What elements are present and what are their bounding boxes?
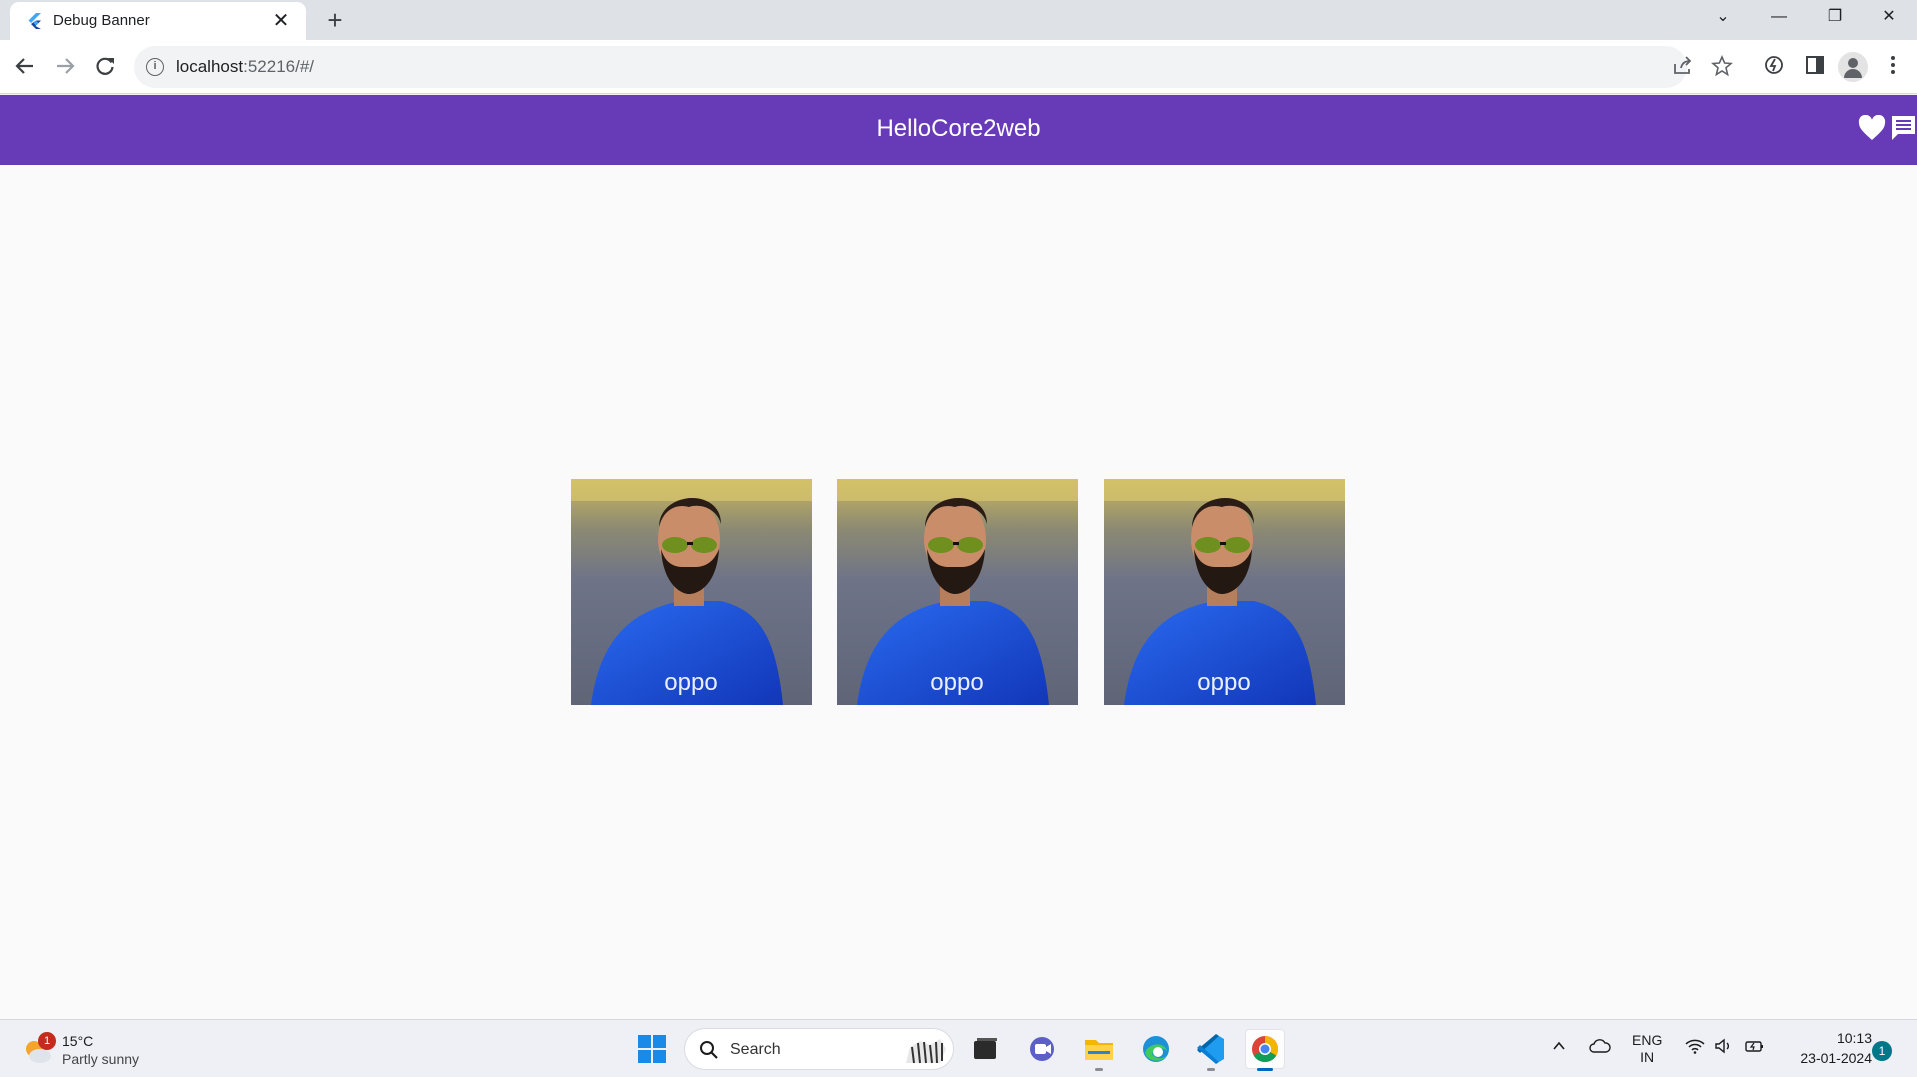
- browser-toolbar: i localhost:52216/#/: [0, 40, 1917, 94]
- tab-search-dropdown-icon[interactable]: ⌄: [1695, 0, 1751, 34]
- app-body: oppo oppo oppo: [0, 165, 1917, 1019]
- onedrive-cloud-icon[interactable]: [1589, 1038, 1611, 1057]
- forward-arrow-icon[interactable]: [49, 50, 81, 82]
- new-tab-button[interactable]: +: [320, 5, 350, 35]
- tab-close-icon[interactable]: ✕: [268, 8, 294, 34]
- search-highlight-zebra-icon: [906, 1039, 946, 1064]
- browser-tab[interactable]: Debug Banner ✕: [10, 2, 306, 40]
- weather-widget[interactable]: 1 15°C Partly sunny: [20, 1030, 150, 1070]
- heart-icon[interactable]: [1858, 115, 1886, 141]
- region-code: IN: [1640, 1049, 1655, 1065]
- side-panel-icon[interactable]: [1801, 53, 1829, 81]
- app-bar: HelloCore2web: [0, 95, 1917, 165]
- chrome-app[interactable]: [1245, 1029, 1285, 1071]
- battery-charging-icon[interactable]: [1744, 1038, 1766, 1057]
- flutter-favicon-icon: [28, 13, 41, 29]
- close-window-button[interactable]: ✕: [1861, 0, 1917, 34]
- profile-avatar[interactable]: [1838, 52, 1868, 82]
- url-text[interactable]: localhost:52216/#/: [176, 57, 314, 77]
- minimize-button[interactable]: —: [1751, 0, 1807, 34]
- running-indicator: [1207, 1068, 1215, 1071]
- notification-badge[interactable]: 1: [1872, 1041, 1892, 1061]
- volume-icon[interactable]: [1714, 1038, 1734, 1057]
- restore-button[interactable]: ❐: [1807, 0, 1863, 34]
- language-code: ENG: [1632, 1032, 1663, 1048]
- file-explorer-app[interactable]: [1079, 1029, 1119, 1071]
- back-arrow-icon[interactable]: [9, 50, 41, 82]
- app-title: HelloCore2web: [876, 115, 1041, 142]
- more-menu-icon[interactable]: [1879, 53, 1907, 81]
- language-indicator[interactable]: ENG IN: [1632, 1032, 1662, 1066]
- search-label: Search: [730, 1041, 781, 1058]
- weather-condition: Partly sunny: [62, 1051, 140, 1067]
- site-info-icon[interactable]: i: [146, 58, 164, 76]
- running-indicator: [1095, 1068, 1103, 1071]
- active-indicator: [1257, 1068, 1273, 1071]
- task-view-app[interactable]: [965, 1029, 1005, 1069]
- portrait-image: oppo: [1104, 479, 1345, 705]
- windows-start-icon[interactable]: [637, 1034, 667, 1064]
- image-row: oppo oppo oppo: [571, 479, 1345, 705]
- svg-text:oppo: oppo: [664, 669, 717, 696]
- extension-icon[interactable]: [1760, 53, 1788, 81]
- comment-icon[interactable]: [1890, 114, 1917, 142]
- address-bar[interactable]: i localhost:52216/#/: [134, 46, 1733, 88]
- bookmark-star-icon[interactable]: [1709, 54, 1735, 81]
- edge-browser-app[interactable]: [1136, 1029, 1176, 1069]
- vscode-app[interactable]: [1191, 1029, 1231, 1071]
- weather-badge: 1: [38, 1032, 56, 1050]
- wifi-icon[interactable]: [1685, 1038, 1705, 1057]
- taskbar: 1 15°C Partly sunny Search ENG IN 10:13 …: [0, 1019, 1917, 1077]
- svg-text:oppo: oppo: [930, 669, 983, 696]
- portrait-image: oppo: [837, 479, 1078, 705]
- tab-title: Debug Banner: [53, 12, 150, 29]
- teams-chat-app[interactable]: [1022, 1029, 1062, 1069]
- svg-text:oppo: oppo: [1197, 669, 1250, 696]
- system-clock[interactable]: 10:13 23-01-2024: [1782, 1028, 1872, 1068]
- portrait-image: oppo: [571, 479, 812, 705]
- clock-time: 10:13: [1836, 1030, 1872, 1046]
- taskbar-search-box[interactable]: Search: [684, 1028, 954, 1070]
- reload-icon[interactable]: [89, 50, 121, 82]
- weather-temperature: 15°C: [62, 1033, 94, 1049]
- show-hidden-icons-chevron-icon[interactable]: [1551, 1038, 1567, 1057]
- clock-date: 23-01-2024: [1800, 1050, 1872, 1066]
- share-icon[interactable]: [1669, 55, 1695, 81]
- browser-tab-strip: Debug Banner ✕ + ⌄ — ❐ ✕: [0, 0, 1917, 40]
- search-icon: [700, 1041, 718, 1059]
